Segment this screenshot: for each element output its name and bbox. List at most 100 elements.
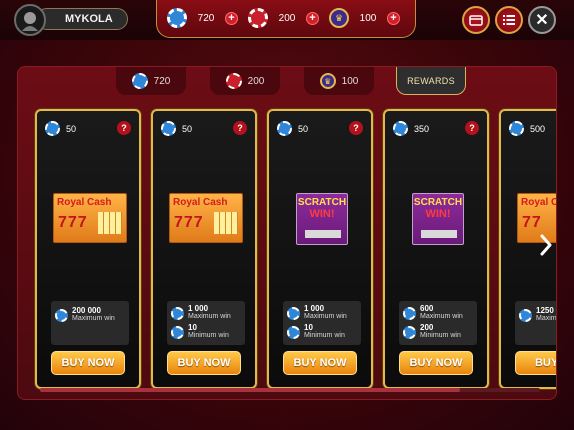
prize-info: 1 000 Maximum win 10 Minimum win	[283, 301, 361, 345]
blue-chip-count: 720	[197, 12, 215, 24]
blue-chip-icon	[171, 325, 184, 339]
card-cost-value: 50	[182, 123, 193, 134]
ticket-card[interactable]: 50 ? Royal Cash 777 200 000 Maximum win …	[35, 109, 141, 389]
buy-now-button[interactable]: BUY NOW	[283, 351, 357, 375]
max-win-row: 200 000 Maximum win	[55, 307, 115, 323]
min-win-value: 10	[188, 323, 197, 332]
red-chip-icon	[225, 73, 242, 89]
card-cost-value: 50	[298, 123, 309, 134]
ticket-title: Royal Cash	[173, 197, 228, 208]
card-cost-value: 50	[66, 123, 77, 134]
add-tickets-button[interactable]: +	[387, 11, 400, 25]
tab-rewards[interactable]: REWARDS	[396, 67, 466, 95]
royal-cash-ticket-image: Royal Cash 777	[169, 193, 243, 243]
ticket-token-icon: ♛	[329, 8, 349, 28]
add-red-chips-button[interactable]: +	[306, 11, 319, 25]
scratch-win-ticket-image: SCRATCH WIN!	[412, 193, 464, 245]
min-win-label: Minimum win	[188, 332, 229, 339]
scrollbar-thumb[interactable]	[40, 388, 460, 392]
ticket-number: 77	[522, 214, 542, 231]
help-button[interactable]: ?	[465, 121, 479, 135]
min-win-row: 200 Minimum win	[403, 324, 461, 340]
buy-now-button[interactable]: BUY NOW	[167, 351, 241, 375]
ticket-title: SCRATCH	[297, 197, 347, 208]
max-win-label: Maximum win	[188, 313, 231, 320]
blue-chip-icon	[509, 121, 524, 136]
currency-red: 200 +	[248, 8, 319, 28]
list-menu-icon	[503, 15, 515, 25]
username: MYKOLA	[65, 13, 113, 25]
royal-cash-ticket-image: Royal Cash 777	[53, 193, 127, 243]
tab-blue-chips[interactable]: 720	[116, 67, 186, 95]
buy-now-button[interactable]: BUY NOW	[51, 351, 125, 375]
top-bar: MYKOLA 720 + 200 + ♛ 100 + ✕	[0, 0, 574, 40]
add-blue-chips-button[interactable]: +	[225, 11, 238, 25]
help-button[interactable]: ?	[349, 121, 363, 135]
tab-red-chips[interactable]: 200	[210, 67, 280, 95]
scratch-win-ticket-image: SCRATCH WIN!	[296, 193, 348, 245]
card-cost: 50	[161, 121, 192, 136]
buy-now-button[interactable]: BUY N	[515, 351, 556, 375]
ticket-number: 777	[174, 214, 204, 231]
tab-tickets-value: 100	[341, 75, 359, 87]
blue-chip-icon	[403, 325, 416, 339]
help-button[interactable]: ?	[117, 121, 131, 135]
ticket-card[interactable]: 50 ? SCRATCH WIN! 1 000 Maximum win 10 M…	[267, 109, 373, 389]
red-chip-count: 200	[278, 12, 296, 24]
max-win-label: Maximum win	[420, 313, 463, 320]
wallet-button[interactable]	[462, 6, 490, 34]
card-cost: 350	[393, 121, 429, 136]
username-pill[interactable]: MYKOLA	[36, 8, 128, 30]
currency-blue: 720 +	[167, 8, 238, 28]
ticket-title: SCRATCH	[413, 197, 463, 208]
buy-now-button[interactable]: BUY NOW	[399, 351, 473, 375]
card-cost-value: 350	[414, 123, 430, 134]
max-win-row: 1250 Maxim	[519, 306, 557, 323]
max-win-value: 200 000	[72, 306, 101, 315]
min-win-label: Minimum win	[304, 332, 345, 339]
card-cost: 500	[509, 121, 545, 136]
next-arrow-button[interactable]	[536, 232, 556, 258]
scratch-grid	[98, 212, 122, 234]
max-win-value: 1250	[536, 306, 554, 315]
scratch-grid	[214, 212, 238, 234]
max-win-row: 1 000 Maximum win	[287, 305, 347, 321]
ticket-card[interactable]: 50 ? Royal Cash 777 1 000 Maximum win 10…	[151, 109, 257, 389]
ticket-number: 777	[58, 214, 88, 231]
blue-chip-icon	[403, 306, 416, 320]
tab-tickets[interactable]: ♛ 100	[304, 67, 374, 95]
menu-button[interactable]	[495, 6, 523, 34]
ticket-token-icon: ♛	[319, 73, 336, 89]
ticket-number: WIN!	[425, 208, 451, 220]
chevron-right-icon	[540, 234, 552, 256]
blue-chip-icon	[131, 73, 148, 89]
max-win-label: Maxim	[536, 315, 557, 322]
min-win-row: 10 Minimum win	[287, 324, 345, 340]
ticket-card[interactable]: 350 ? SCRATCH WIN! 600 Maximum win 200 M…	[383, 109, 489, 389]
max-win-row: 1 000 Maximum win	[171, 305, 231, 321]
card-cost: 50	[45, 121, 76, 136]
close-button[interactable]: ✕	[528, 6, 556, 34]
prize-info: 1 000 Maximum win 10 Minimum win	[167, 301, 245, 345]
tab-rewards-label: REWARDS	[407, 75, 455, 86]
avatar[interactable]	[14, 4, 46, 36]
blue-chip-icon	[287, 306, 300, 320]
max-win-value: 1 000	[304, 304, 325, 313]
horizontal-scrollbar[interactable]	[40, 388, 540, 392]
player-avatar-icon	[22, 12, 38, 31]
min-win-value: 200	[420, 323, 434, 332]
blue-chip-icon	[161, 121, 176, 136]
scratch-area	[305, 230, 341, 238]
help-button[interactable]: ?	[233, 121, 247, 135]
scratch-area	[421, 230, 457, 238]
blue-chip-icon	[45, 121, 60, 136]
ticket-count: 100	[359, 12, 377, 24]
max-win-value: 600	[420, 304, 434, 313]
max-win-row: 600 Maximum win	[403, 305, 463, 321]
ticket-title: Royal Cash	[57, 197, 112, 208]
card-cost-value: 500	[530, 123, 546, 134]
blue-chip-icon	[393, 121, 408, 136]
wallet-icon	[469, 15, 483, 26]
min-win-label: Minimum win	[420, 332, 461, 339]
max-win-label: Maximum win	[72, 315, 115, 322]
